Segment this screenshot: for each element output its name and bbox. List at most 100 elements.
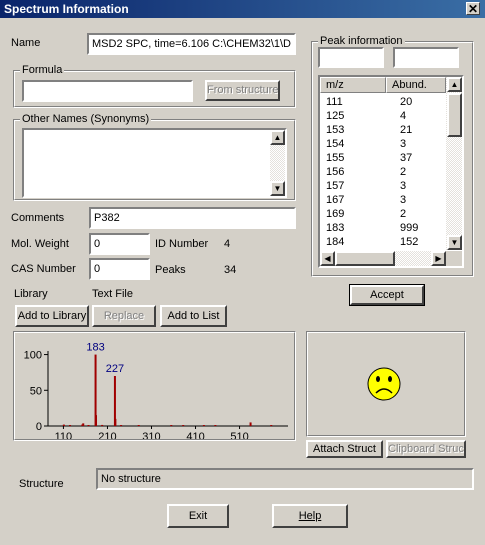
list-item[interactable]: 153 21 — [320, 123, 446, 137]
peak-mz-input[interactable] — [318, 47, 384, 68]
scroll-right-icon[interactable]: ▶ — [431, 251, 446, 266]
close-icon: ✕ — [467, 2, 479, 16]
formula-field[interactable] — [22, 80, 193, 102]
peak-abund: 2 — [400, 166, 407, 178]
list-item[interactable]: 167 3 — [320, 193, 446, 207]
peak-mz: 157 — [326, 180, 345, 192]
spectrum-peak — [120, 425, 123, 426]
other-names-textarea[interactable]: ▲ ▼ — [22, 128, 287, 198]
list-item[interactable]: 155 37 — [320, 151, 446, 165]
peak-mz: 167 — [326, 194, 345, 206]
list-item[interactable]: 157 3 — [320, 179, 446, 193]
attach-struct-button[interactable]: Attach Struct — [306, 440, 383, 458]
spectrum-chart: 0 50 100 110 210 310 410 510 183227 — [24, 342, 288, 439]
peak-abund: 3 — [400, 180, 407, 192]
spectrum-peak — [113, 376, 116, 426]
list-item[interactable]: 169 2 — [320, 207, 446, 221]
library-value: Text File — [92, 288, 133, 300]
structure-label: Structure — [19, 478, 64, 490]
spectrum-peak — [95, 415, 97, 426]
x-tick-label: 310 — [142, 431, 160, 439]
peak-mz: 184 — [326, 236, 345, 248]
peak-abund-input[interactable] — [393, 47, 459, 68]
peak-list-hscroll-thumb[interactable] — [335, 251, 395, 266]
column-header-abund[interactable]: Abund. — [386, 77, 446, 93]
mol-weight-label: Mol. Weight — [11, 238, 69, 250]
scroll-down-icon[interactable]: ▼ — [447, 235, 462, 250]
comments-label: Comments — [11, 212, 65, 224]
peak-abund: 20 — [400, 96, 413, 108]
spectrum-peak — [137, 425, 140, 426]
y-tick-label: 50 — [30, 385, 42, 397]
x-tick-label: 110 — [55, 431, 73, 439]
other-names-legend: Other Names (Synonyms) — [20, 113, 152, 125]
peaks-label: Peaks — [155, 264, 186, 276]
accept-button[interactable]: Accept — [349, 284, 425, 306]
x-tick-label: 210 — [98, 431, 116, 439]
window-title: Spectrum Information — [4, 2, 129, 16]
close-button[interactable]: ✕ — [466, 2, 480, 15]
cas-number-label: CAS Number — [11, 263, 76, 275]
peak-abund: 37 — [400, 152, 413, 164]
peak-abund: 3 — [400, 138, 407, 150]
spectrum-peak — [87, 425, 90, 426]
spectrum-peak — [182, 425, 185, 426]
peak-mz: 154 — [326, 138, 345, 150]
list-item[interactable]: 156 2 — [320, 165, 446, 179]
spectrum-peak — [62, 424, 65, 426]
y-tick-label: 100 — [24, 350, 42, 362]
spectrum-peak — [202, 425, 205, 426]
peak-mz: 156 — [326, 166, 345, 178]
peak-mz: 153 — [326, 124, 345, 136]
peak-info-legend: Peak information — [318, 35, 405, 47]
list-item[interactable]: 183 999 — [320, 221, 446, 235]
add-to-library-button[interactable]: Add to Library — [15, 305, 89, 327]
mol-weight-field[interactable]: 0 — [89, 233, 150, 255]
list-item[interactable]: 111 20 — [320, 95, 446, 109]
list-item[interactable]: 184 152 — [320, 235, 446, 249]
peak-abund: 152 — [400, 236, 419, 248]
peak-mz: 125 — [326, 110, 345, 122]
peaks-value: 34 — [224, 264, 237, 276]
peak-abund: 4 — [400, 110, 407, 122]
peak-list-vscroll-thumb[interactable] — [447, 93, 462, 137]
peak-annotation: 183 — [86, 342, 104, 354]
structure-field: No structure — [96, 468, 474, 490]
scroll-up-icon[interactable]: ▲ — [270, 130, 285, 145]
scroll-corner — [446, 251, 462, 266]
scroll-left-icon[interactable]: ◀ — [320, 251, 335, 266]
scroll-up-icon[interactable]: ▲ — [447, 77, 462, 92]
peak-list[interactable]: m/z Abund. 111 20 125 4 153 21 154 3 155 37 156 2 15… — [318, 75, 464, 268]
name-field[interactable]: MSD2 SPC, time=6.106 C:\CHEM32\1\D — [87, 33, 296, 55]
from-structure-button[interactable]: From structure — [205, 80, 280, 101]
exit-button[interactable]: Exit — [167, 504, 229, 528]
replace-button[interactable]: Replace — [92, 305, 156, 327]
spectrum-peak — [69, 425, 72, 426]
column-header-mz[interactable]: m/z — [320, 77, 386, 93]
peak-abund: 999 — [400, 222, 419, 234]
clipboard-struct-button[interactable]: Clipboard Struct — [386, 440, 466, 458]
comments-field[interactable]: P382 — [89, 207, 296, 229]
spectrum-peak — [114, 418, 117, 426]
scroll-down-icon[interactable]: ▼ — [270, 181, 285, 196]
spectrum-peak — [82, 423, 85, 426]
name-label: Name — [11, 37, 41, 49]
peak-mz: 155 — [326, 152, 345, 164]
formula-legend: Formula — [20, 64, 65, 76]
list-item[interactable]: 154 3 — [320, 137, 446, 151]
x-tick-label: 510 — [230, 431, 248, 439]
peak-rows: 111 20 125 4 153 21 154 3 155 37 156 2 157 3 167 3 169 2 1… — [320, 95, 446, 251]
list-item[interactable]: 125 4 — [320, 109, 446, 123]
help-button[interactable]: Help — [272, 504, 348, 528]
y-tick-label: 0 — [36, 421, 42, 433]
library-label: Library — [14, 288, 48, 300]
peak-abund: 2 — [400, 208, 407, 220]
peak-abund: 3 — [400, 194, 407, 206]
cas-number-field[interactable]: 0 — [89, 258, 150, 280]
add-to-list-button[interactable]: Add to List — [160, 305, 227, 327]
x-tick-label: 410 — [186, 431, 204, 439]
spectrum-peak — [170, 425, 173, 426]
peak-abund: 21 — [400, 124, 413, 136]
peak-mz: 169 — [326, 208, 345, 220]
sad-face-icon — [367, 367, 401, 401]
